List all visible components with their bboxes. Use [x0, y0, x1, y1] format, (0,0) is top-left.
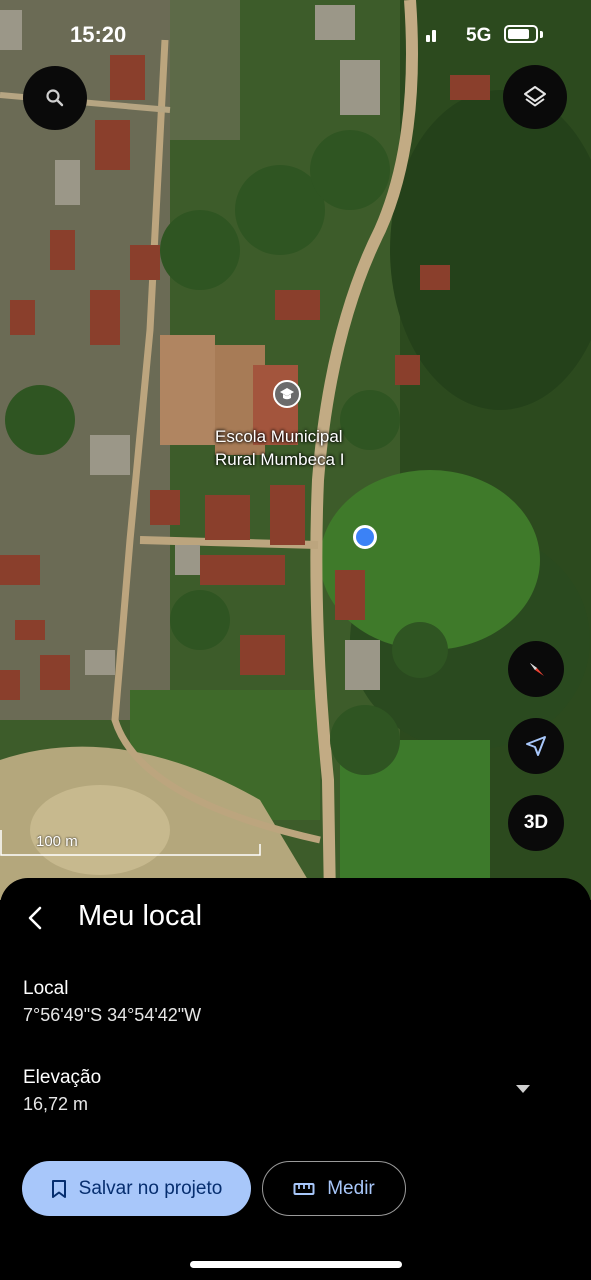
elevation-label: Elevação — [23, 1067, 102, 1088]
search-button[interactable] — [23, 66, 87, 130]
sheet-title: Meu local — [78, 900, 203, 932]
scale-label: 100 m — [36, 833, 78, 850]
status-bar: 15:20 5G — [0, 0, 591, 70]
save-to-project-button[interactable]: Salvar no projeto — [22, 1161, 251, 1216]
measure-button[interactable]: Medir — [262, 1161, 406, 1216]
network-type: 5G — [466, 25, 492, 46]
location-coordinates: 7°56'49"S 34°54'42"W — [23, 1005, 202, 1025]
poi-name-line1: Escola Municipal — [215, 427, 343, 446]
current-location-dot — [353, 525, 377, 549]
navigation-arrow-icon — [526, 736, 546, 756]
location-details-sheet: Meu local Local 7°56'49"S 34°54'42"W Ele… — [0, 878, 591, 1280]
elevation-value: 16,72 m — [23, 1094, 89, 1114]
bookmark-icon — [51, 1179, 66, 1198]
save-button-label: Salvar no projeto — [78, 1177, 223, 1199]
home-indicator — [190, 1261, 402, 1268]
signal-icon — [426, 30, 442, 42]
compass-icon — [530, 663, 544, 676]
layers-icon — [524, 86, 546, 107]
measure-button-label: Medir — [327, 1177, 375, 1199]
battery-tip — [540, 31, 543, 38]
layers-button[interactable] — [503, 65, 567, 129]
school-icon — [280, 388, 294, 400]
ruler-icon — [293, 1182, 315, 1195]
status-time: 15:20 — [70, 22, 127, 47]
poi-label[interactable]: Escola Municipal Rural Mumbeca I — [215, 425, 344, 471]
poi-name-line2: Rural Mumbeca I — [215, 450, 345, 469]
school-pin[interactable] — [273, 380, 301, 408]
compass-button[interactable] — [508, 641, 564, 697]
3d-toggle-button[interactable]: 3D — [508, 795, 564, 851]
search-icon — [46, 89, 64, 107]
location-label: Local — [23, 978, 69, 999]
back-arrow-icon[interactable] — [22, 904, 50, 932]
battery-icon — [504, 25, 538, 43]
my-location-button[interactable] — [508, 718, 564, 774]
expand-dropdown-icon[interactable] — [516, 1085, 530, 1093]
